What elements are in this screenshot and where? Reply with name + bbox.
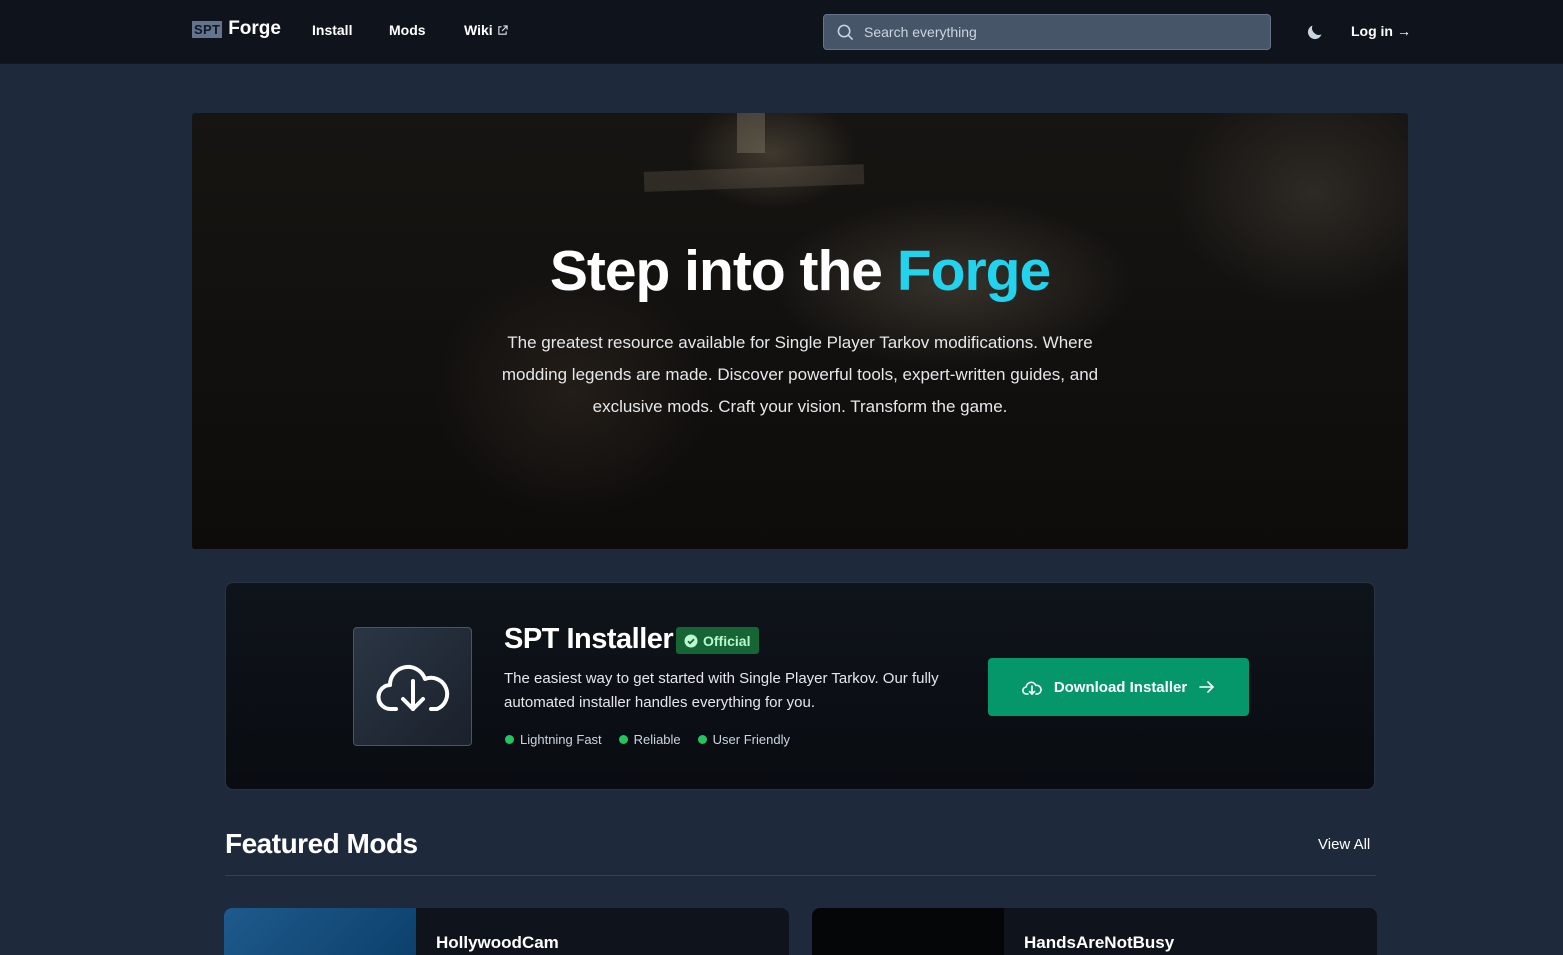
installer-title: SPT Installer	[504, 623, 674, 655]
download-installer-button[interactable]: Download Installer	[988, 658, 1249, 716]
top-navbar: SPT Forge Install Mods Wiki Log in →	[0, 0, 1563, 64]
feature-item: Lightning Fast	[505, 732, 602, 747]
feature-item: User Friendly	[697, 732, 790, 747]
brand-name: Forge	[228, 18, 281, 39]
installer-description: The easiest way to get started with Sing…	[504, 670, 939, 711]
arrow-right-icon: →	[1397, 23, 1411, 39]
feature-label: User Friendly	[712, 732, 790, 747]
cloud-download-icon	[1021, 681, 1042, 695]
brand-logo[interactable]: SPT Forge	[192, 18, 281, 40]
check-circle-icon	[684, 634, 698, 647]
hero-title-accent: Forge	[896, 239, 1051, 303]
mod-name[interactable]: HandsAreNotBusy	[1024, 933, 1174, 953]
cloud-download-icon	[376, 664, 449, 711]
login-label: Log in	[1351, 23, 1393, 39]
nav-install-link[interactable]: Install	[312, 22, 352, 38]
installer-icon-tile	[353, 627, 472, 746]
arrow-right-icon	[1199, 681, 1215, 693]
login-link[interactable]: Log in →	[1351, 23, 1411, 39]
mod-thumbnail[interactable]	[812, 908, 1004, 955]
hero-description: The greatest resource available for Sing…	[501, 333, 1099, 416]
view-all-link[interactable]: View All	[1318, 836, 1370, 853]
installer-card: SPT Installer Official The easiest way t…	[225, 582, 1375, 790]
hero-banner: Step into the Forge The greatest resourc…	[192, 113, 1408, 549]
download-installer-label: Download Installer	[1053, 678, 1188, 696]
official-badge-label: Official	[703, 632, 751, 649]
feature-label: Lightning Fast	[520, 732, 602, 747]
hero-background-shelf	[643, 164, 865, 192]
mod-card[interactable]: HandsAreNotBusy	[812, 908, 1377, 955]
nav-mods-link[interactable]: Mods	[389, 22, 426, 38]
check-dot-icon	[505, 735, 514, 744]
search-box[interactable]	[823, 14, 1271, 50]
official-badge: Official	[676, 627, 760, 654]
brand-badge: SPT	[192, 20, 223, 38]
search-input[interactable]	[864, 24, 1244, 40]
mod-thumbnail[interactable]	[224, 908, 416, 955]
installer-features: Lightning Fast Reliable User Friendly	[505, 732, 790, 747]
hero-background-beam	[737, 113, 765, 153]
hero-title-main: Step into the	[549, 239, 897, 303]
section-divider	[225, 875, 1376, 876]
featured-mods-heading: Featured Mods	[225, 828, 418, 859]
feature-item: Reliable	[618, 732, 681, 747]
check-dot-icon	[697, 735, 707, 744]
hero-title: Step into the Forge	[192, 238, 1408, 304]
feature-label: Reliable	[633, 732, 681, 747]
search-icon	[837, 24, 854, 40]
moon-icon[interactable]	[1305, 22, 1325, 42]
mod-card[interactable]: HollywoodCam	[224, 908, 789, 955]
check-dot-icon	[618, 735, 628, 744]
nav-wiki-link[interactable]: Wiki	[464, 22, 508, 38]
external-link-icon	[497, 24, 508, 35]
mod-name[interactable]: HollywoodCam	[436, 933, 559, 953]
nav-wiki-label: Wiki	[464, 22, 493, 38]
